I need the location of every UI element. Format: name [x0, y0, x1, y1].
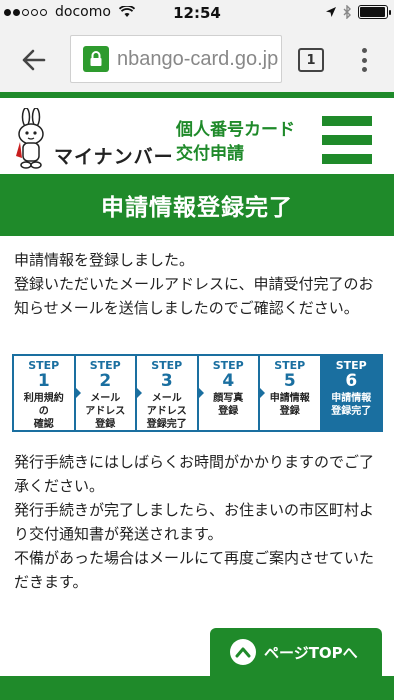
step-5: STEP 5 申請情報 登録	[258, 354, 327, 432]
arrow-left-icon	[22, 49, 46, 71]
step-description: 利用規約 の 確認	[23, 393, 64, 430]
step-description: メール アドレス 登録完了	[146, 393, 187, 430]
notes-p3: 不備があった場合はメールにて再度ご案内させていただきます。	[14, 549, 375, 591]
lock-icon	[83, 46, 109, 72]
url-text: nbango-card.go.jp	[117, 47, 279, 70]
step-description: メール アドレス 登録	[85, 393, 126, 430]
step-arrow-icon	[73, 386, 81, 400]
intro-line2: 登録いただいたメールアドレスに、申請受付完了のお知らせメールを送信しましたのでご…	[14, 275, 374, 317]
header-title-line1: 個人番号カード	[176, 120, 295, 140]
step-description: 申請情報 登録	[269, 393, 310, 417]
step-6: STEP 6 申請情報 登録完了	[319, 354, 383, 432]
step-number: 3	[160, 371, 173, 391]
site-header: マイナンバー 個人番号カード 交付申請	[0, 92, 394, 174]
logo-text[interactable]: マイナンバー	[54, 142, 174, 169]
back-button[interactable]	[18, 44, 50, 76]
step-arrow-icon	[258, 386, 265, 400]
step-progress: STEP 1 利用規約 の 確認 STEP 2 メール アドレス 登録 STEP 3 メール ア…	[12, 354, 383, 432]
step-1: STEP 1 利用規約 の 確認	[12, 354, 81, 432]
footer-strip	[0, 676, 394, 700]
notes-text: 発行手続きにはしばらくお時間がかかりますのでご了承ください。 発行手続きが完了し…	[14, 450, 386, 594]
step-number: 1	[37, 371, 50, 391]
step-number: 4	[222, 371, 235, 391]
url-bar[interactable]: nbango-card.go.jp	[70, 35, 282, 83]
step-number: 2	[99, 371, 112, 391]
page-top-label: ページTOPへ	[264, 643, 358, 662]
step-arrow-icon	[135, 386, 142, 400]
chevron-up-icon	[230, 639, 256, 665]
browser-toolbar: nbango-card.go.jp 1	[0, 26, 394, 92]
step-number: 5	[283, 371, 296, 391]
page-top-button[interactable]: ページTOPへ	[210, 628, 382, 676]
notes-p2: 発行手続きが完了しましたら、お住まいの市区町村より交付通知書が発送されます。	[14, 501, 375, 543]
more-menu-icon[interactable]	[354, 46, 374, 74]
intro-line1: 申請情報を登録しました。	[14, 251, 195, 269]
status-bar: docomo 12:54	[0, 0, 394, 26]
header-title: 個人番号カード 交付申請	[176, 118, 295, 166]
header-title-line2: 交付申請	[176, 144, 244, 164]
battery-level	[360, 7, 385, 17]
notes-p1: 発行手続きにはしばらくお時間がかかりますのでご了承ください。	[14, 453, 375, 495]
page-title: 申請情報登録完了	[0, 174, 394, 236]
status-right	[325, 5, 391, 19]
step-number: 6	[345, 371, 358, 391]
location-icon	[326, 7, 336, 17]
mynumber-mascot-logo[interactable]	[10, 108, 52, 170]
intro-text: 申請情報を登録しました。 登録いただいたメールアドレスに、申請受付完了のお知らせ…	[14, 248, 384, 320]
battery-icon	[358, 5, 391, 19]
hamburger-menu-icon[interactable]	[322, 116, 372, 164]
step-description: 申請情報 登録完了	[331, 393, 372, 417]
step-4: STEP 4 顔写真 登録	[196, 354, 265, 432]
bluetooth-icon	[343, 5, 351, 19]
step-description: 顔写真 登録	[213, 393, 244, 417]
step-2: STEP 2 メール アドレス 登録	[73, 354, 142, 432]
step-3: STEP 3 メール アドレス 登録完了	[135, 354, 204, 432]
tabs-button[interactable]: 1	[298, 48, 324, 72]
step-arrow-icon	[196, 386, 204, 400]
step-arrow-icon	[319, 386, 327, 400]
